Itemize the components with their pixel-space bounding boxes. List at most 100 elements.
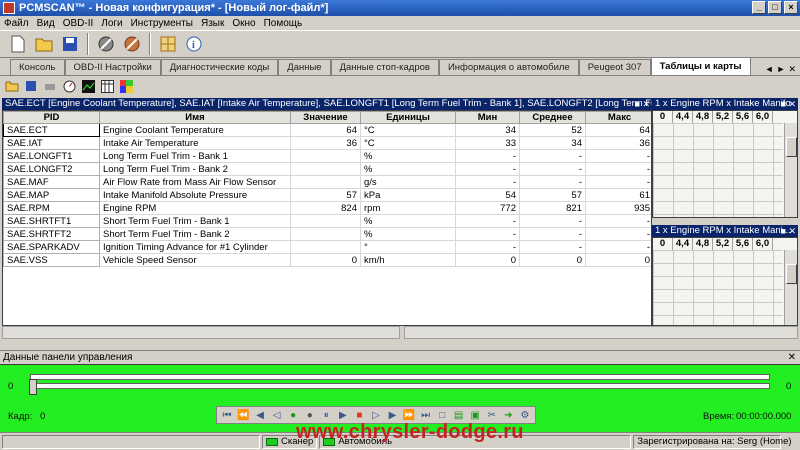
- close-icon[interactable]: ✕: [788, 351, 796, 365]
- step-back-icon[interactable]: ◀: [253, 408, 267, 422]
- column-header[interactable]: Мин: [455, 111, 520, 124]
- close-button[interactable]: ×: [784, 1, 798, 14]
- connect-icon[interactable]: [94, 33, 118, 55]
- table-icon[interactable]: [99, 79, 115, 94]
- map-grid-top[interactable]: 0 4,4 4,8 5,2 5,6 6,0: [652, 110, 798, 218]
- settings-icon[interactable]: ⚙: [518, 408, 532, 422]
- map-icon[interactable]: [156, 33, 180, 55]
- table-cell: -: [585, 214, 651, 228]
- horizontal-scrollbar[interactable]: [404, 326, 798, 339]
- open-folder-icon[interactable]: [32, 33, 56, 55]
- column-header[interactable]: Среднее: [519, 111, 586, 124]
- save-icon[interactable]: [58, 33, 82, 55]
- panel-buttons[interactable]: ■ ✕: [781, 98, 796, 110]
- timeline-track[interactable]: [30, 383, 770, 389]
- tab-freeze-frame[interactable]: Данные стоп-кадров: [330, 59, 439, 75]
- column-header[interactable]: Имя: [99, 111, 291, 124]
- panel-buttons[interactable]: ■ ✕: [635, 98, 650, 110]
- map-3d-icon[interactable]: [118, 79, 134, 94]
- panel-buttons[interactable]: ■ ✕: [781, 225, 796, 237]
- menu-window[interactable]: Окно: [232, 18, 255, 29]
- table-row[interactable]: SAE.SHRTFT2 Short Term Fuel Trim - Bank 2…: [3, 227, 651, 241]
- record-green-icon[interactable]: ●: [286, 408, 300, 422]
- table-cell: SAE.LONGFT2: [3, 162, 100, 176]
- save-log-icon[interactable]: ▣: [468, 408, 482, 422]
- play-icon[interactable]: ▶: [336, 408, 350, 422]
- chart-icon[interactable]: [80, 79, 96, 94]
- vertical-scrollbar[interactable]: [784, 250, 797, 325]
- gauge-icon[interactable]: [61, 79, 77, 94]
- new-log-icon[interactable]: □: [435, 408, 449, 422]
- first-frame-icon[interactable]: ⏮: [220, 408, 234, 422]
- tab-data[interactable]: Данные: [278, 59, 331, 75]
- menu-language[interactable]: Язык: [201, 18, 224, 29]
- play-back-icon[interactable]: ◁: [270, 408, 284, 422]
- table-row[interactable]: SAE.LONGFT1 Long Term Fuel Trim - Bank 1%…: [3, 149, 651, 163]
- table-row[interactable]: SAE.SPARKADV Ignition Timing Advance for …: [3, 240, 651, 254]
- last-frame-icon[interactable]: ⏭: [419, 408, 433, 422]
- vertical-scrollbar[interactable]: [784, 123, 797, 217]
- table-row[interactable]: SAE.SHRTFT1 Short Term Fuel Trim - Bank 1…: [3, 214, 651, 228]
- table-cell: -: [519, 162, 586, 176]
- table-row[interactable]: SAE.VSS Vehicle Speed Sensor 0 km/h 0 0 0: [3, 253, 651, 267]
- tab-obd-settings[interactable]: OBD-II Настройки: [64, 59, 161, 75]
- table-cell: SAE.ECT: [3, 123, 100, 137]
- tab-close-icon[interactable]: ✕: [788, 64, 796, 75]
- tab-right-arrow-icon[interactable]: ►: [777, 64, 786, 75]
- tab-peugeot[interactable]: Peugeot 307: [578, 59, 651, 75]
- fast-forward-icon[interactable]: ⏩: [402, 408, 416, 422]
- tab-vehicle-info[interactable]: Информация о автомобиле: [438, 59, 579, 75]
- rewind-fast-icon[interactable]: ⏪: [237, 408, 251, 422]
- forward-icon[interactable]: ▶: [385, 408, 399, 422]
- table-row[interactable]: SAE.MAF Air Flow Rate from Mass Air Flow …: [3, 175, 651, 189]
- table-cell: 52: [519, 123, 586, 137]
- new-file-icon[interactable]: [6, 33, 30, 55]
- table-cell: [290, 214, 361, 228]
- column-header[interactable]: Значение: [290, 111, 361, 124]
- menu-file[interactable]: Файл: [4, 18, 29, 29]
- record-icon[interactable]: ●: [303, 408, 317, 422]
- timeline-track-top[interactable]: [30, 374, 770, 380]
- timeline-end: 0: [786, 381, 792, 392]
- menu-tools[interactable]: Инструменты: [131, 18, 193, 29]
- table-cell: 34: [519, 136, 586, 150]
- menu-bar: Файл Вид OBD-II Логи Инструменты Язык Ок…: [0, 16, 800, 30]
- menu-obd[interactable]: OBD-II: [63, 18, 94, 29]
- save-icon[interactable]: [23, 79, 39, 94]
- timeline-slider-thumb[interactable]: [29, 379, 37, 395]
- table-cell: Long Term Fuel Trim - Bank 1: [99, 149, 291, 163]
- table-row[interactable]: SAE.MAP Intake Manifold Absolute Pressure…: [3, 188, 651, 202]
- tab-left-arrow-icon[interactable]: ◄: [765, 64, 774, 75]
- menu-help[interactable]: Помощь: [264, 18, 303, 29]
- minimize-button[interactable]: _: [752, 1, 766, 14]
- info-icon[interactable]: i: [182, 33, 206, 55]
- table-row[interactable]: SAE.ECT Engine Coolant Temperature 64 °C 34 5…: [3, 123, 651, 137]
- table-row[interactable]: SAE.LONGFT2 Long Term Fuel Trim - Bank 2%…: [3, 162, 651, 176]
- print-icon[interactable]: [42, 79, 58, 94]
- table-row[interactable]: SAE.IAT Intake Air Temperature 36 °C 33 34 36: [3, 136, 651, 150]
- tab-diagnostic-codes[interactable]: Диагностические коды: [160, 59, 279, 75]
- scroll-thumb[interactable]: [786, 137, 797, 157]
- maximize-button[interactable]: □: [768, 1, 782, 14]
- menu-view[interactable]: Вид: [37, 18, 55, 29]
- toolbar-separator: [87, 33, 89, 55]
- step-forward-icon[interactable]: ▷: [369, 408, 383, 422]
- column-header[interactable]: Макс: [585, 111, 651, 124]
- horizontal-scrollbar[interactable]: [2, 326, 400, 339]
- column-header[interactable]: PID: [3, 111, 100, 124]
- column-header[interactable]: Единицы: [360, 111, 456, 124]
- disconnect-icon[interactable]: [120, 33, 144, 55]
- table-cell: 64: [290, 123, 361, 137]
- pause-icon[interactable]: ⏸: [319, 408, 333, 422]
- menu-logs[interactable]: Логи: [101, 18, 122, 29]
- export-icon[interactable]: ➜: [501, 408, 515, 422]
- tab-tables-maps[interactable]: Таблицы и карты: [650, 57, 751, 75]
- table-row[interactable]: SAE.RPM Engine RPM 824 rpm 772 821 935: [3, 201, 651, 215]
- map-grid-bottom[interactable]: 0 4,4 4,8 5,2 5,6 6,0: [652, 237, 798, 326]
- open-folder-icon[interactable]: [4, 79, 20, 94]
- stop-icon[interactable]: ■: [352, 408, 366, 422]
- tab-console[interactable]: Консоль: [10, 59, 65, 75]
- cut-icon[interactable]: ✂: [485, 408, 499, 422]
- scroll-thumb[interactable]: [786, 264, 797, 284]
- open-log-icon[interactable]: ▤: [452, 408, 466, 422]
